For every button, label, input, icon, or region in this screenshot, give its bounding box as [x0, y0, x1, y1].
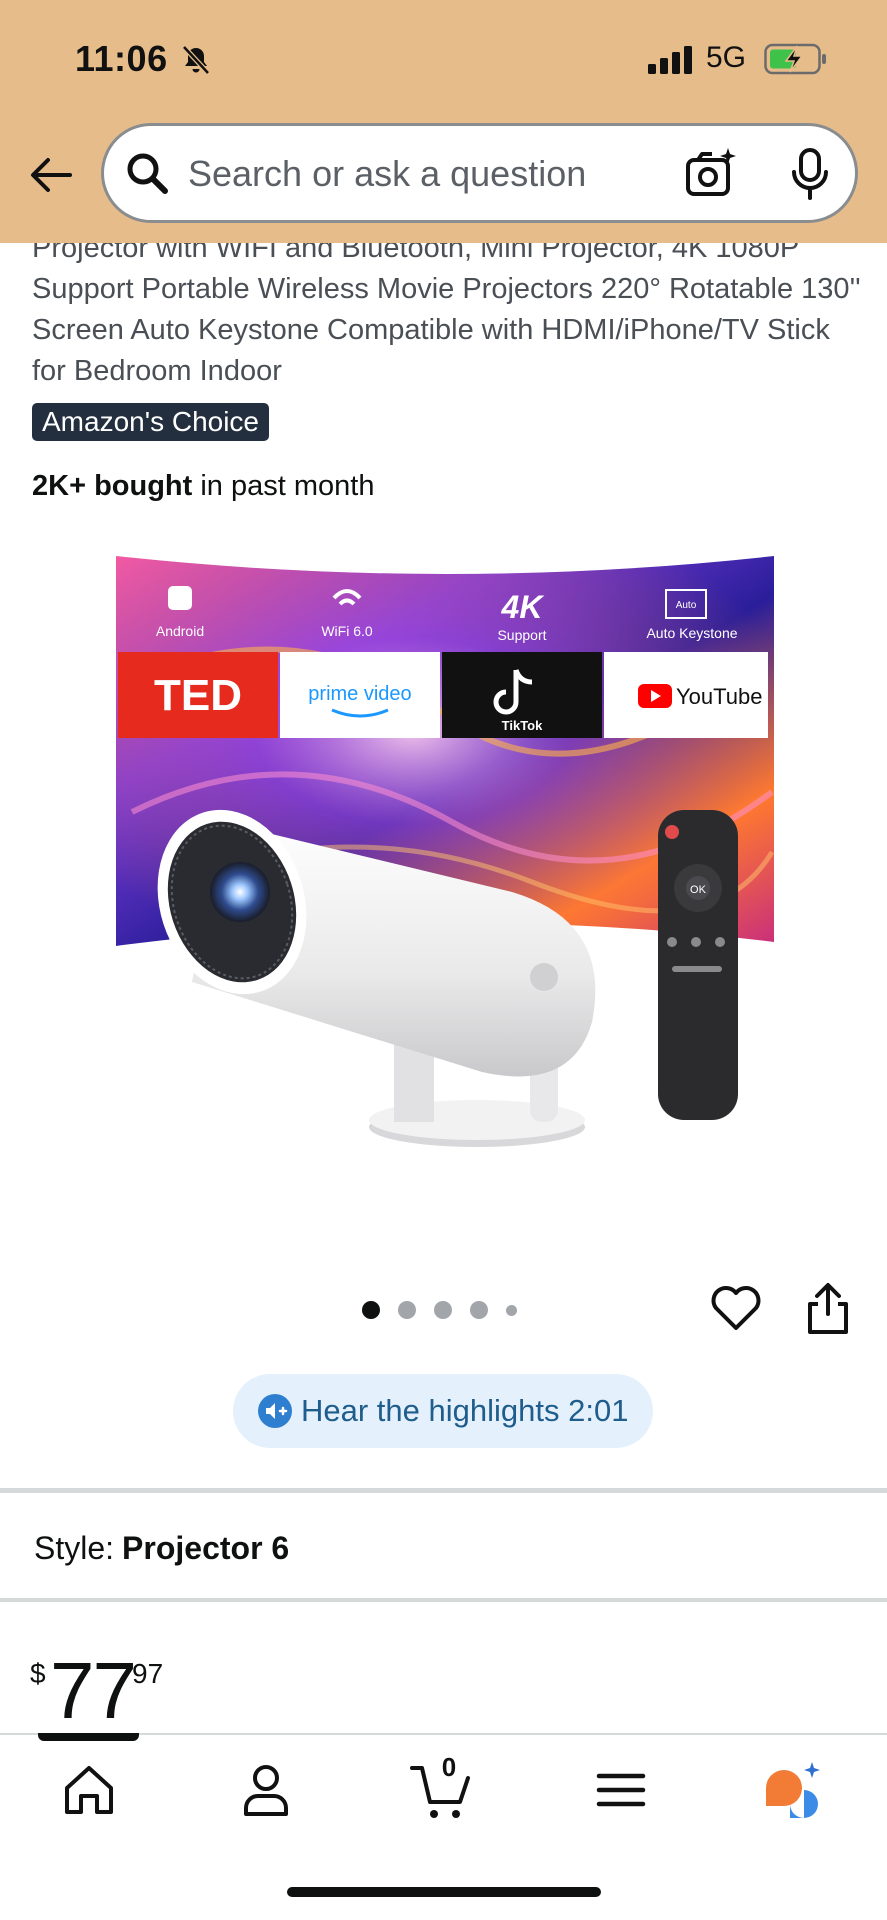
menu-icon[interactable] [589, 1758, 653, 1822]
section-divider [0, 1598, 887, 1602]
home-icon[interactable] [57, 1758, 121, 1822]
prime-video-tile-label: prime video [308, 683, 411, 705]
carousel-dot[interactable] [470, 1301, 488, 1319]
carousel-dot[interactable] [398, 1301, 416, 1319]
speaker-icon [258, 1394, 292, 1428]
amazons-choice-badge[interactable]: Amazon's Choice [32, 403, 269, 441]
top-header: 11:06 5G [0, 0, 887, 243]
style-selector[interactable]: Style: Projector 6 [34, 1530, 289, 1567]
active-tab-indicator [38, 1733, 139, 1741]
account-icon[interactable] [234, 1758, 298, 1822]
feature-auto-badge: Auto [676, 600, 697, 611]
bought-count-value: 2K+ bought [32, 470, 193, 502]
microphone-icon[interactable] [788, 146, 832, 202]
ted-tile-label: TED [154, 671, 242, 720]
feature-android-label: Android [156, 623, 204, 639]
rufus-assistant-icon[interactable] [762, 1758, 826, 1822]
style-value: Projector 6 [122, 1530, 290, 1566]
status-time: 11:06 [75, 38, 168, 79]
price-fraction: 97 [132, 1658, 164, 1689]
bell-muted-icon [182, 45, 210, 75]
product-image[interactable]: Android WiFi 6.0 4K Support Auto Auto Ke… [112, 552, 782, 1212]
search-bar[interactable] [101, 123, 858, 223]
carousel-dots[interactable] [362, 1300, 517, 1320]
section-divider [0, 1488, 887, 1493]
feature-4k-label: 4K [501, 589, 546, 625]
share-icon[interactable] [804, 1282, 852, 1336]
bought-count: 2K+ bought in past month [32, 470, 374, 503]
back-arrow-icon[interactable] [28, 152, 74, 198]
youtube-tile-label: YouTube [676, 684, 762, 709]
product-title[interactable]: Projector with WIFI and Bluetooth, Mini … [32, 228, 862, 392]
search-input[interactable] [188, 151, 648, 197]
heart-icon[interactable] [710, 1284, 762, 1332]
price-whole: 77 [50, 1646, 137, 1735]
price-currency: $ [30, 1658, 46, 1689]
feature-4k: 4K Support [497, 589, 546, 643]
cellular-signal-icon [648, 46, 692, 74]
battery-charging-icon [764, 43, 826, 75]
cart-count: 0 [441, 1752, 457, 1782]
home-indicator [287, 1887, 601, 1897]
camera-lens-icon[interactable] [684, 146, 738, 200]
style-label: Style: [34, 1530, 115, 1566]
tiktok-tile-label: TikTok [502, 718, 543, 733]
carousel-dot[interactable] [506, 1304, 517, 1316]
remote-ok-label: OK [690, 884, 707, 896]
bought-count-suffix: in past month [192, 470, 375, 502]
hear-highlights-button[interactable]: Hear the highlights 2:01 [233, 1374, 653, 1448]
feature-4k-sublabel: Support [497, 627, 546, 643]
network-type: 5G [706, 41, 747, 74]
carousel-dot[interactable] [362, 1301, 380, 1319]
carousel-dot[interactable] [434, 1301, 452, 1319]
feature-wifi-label: WiFi 6.0 [321, 623, 373, 639]
search-icon [127, 153, 168, 194]
feature-auto-keystone-label: Auto Keystone [646, 625, 737, 641]
hear-highlights-label: Hear the highlights 2:01 [301, 1393, 629, 1428]
